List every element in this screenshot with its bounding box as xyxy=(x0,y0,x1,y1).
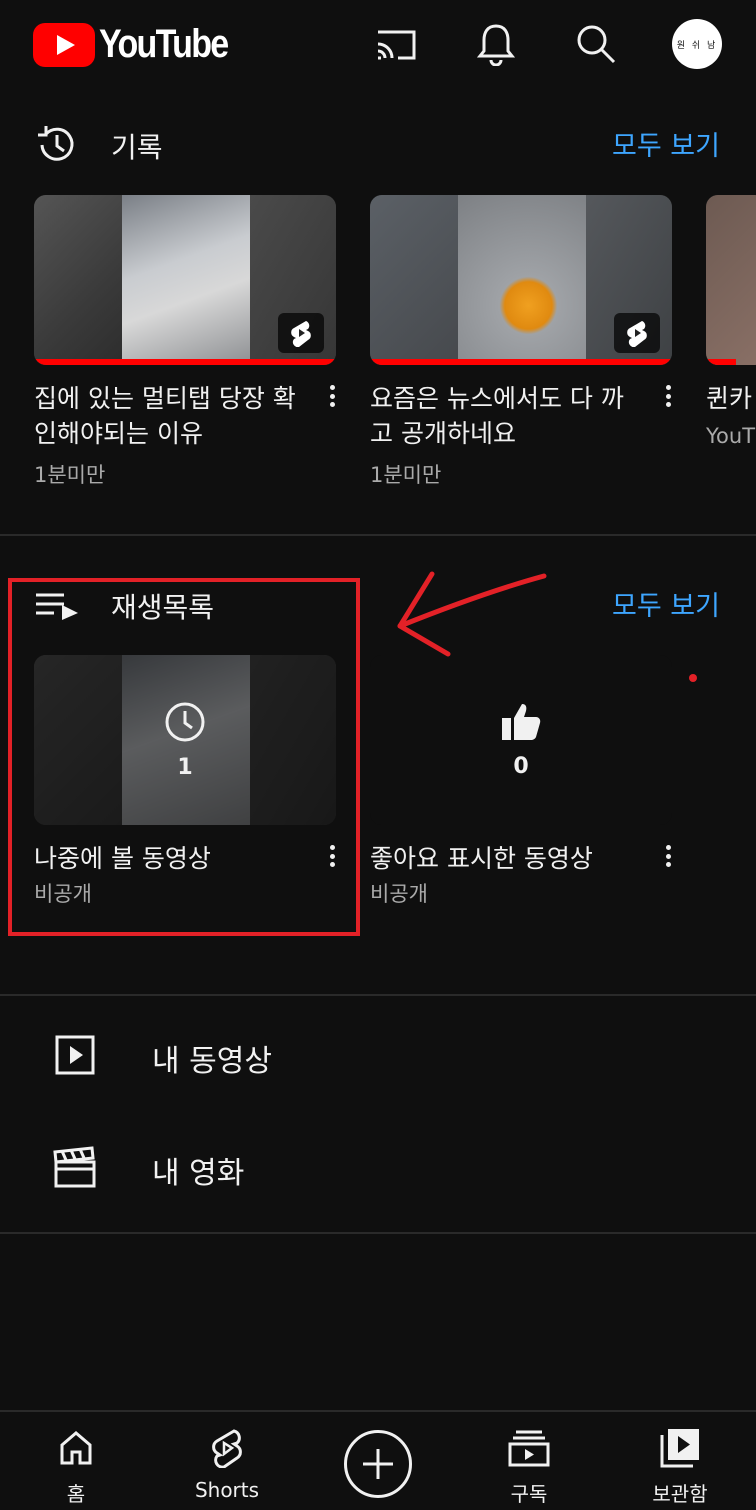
playlist-thumbnail[interactable]: 1 xyxy=(34,655,336,825)
nav-library[interactable]: 보관함 xyxy=(620,1412,740,1510)
search-icon[interactable] xyxy=(572,20,620,68)
nav-subscriptions-label: 구독 xyxy=(510,1482,548,1506)
logo-text: YouTube xyxy=(99,22,229,66)
history-video-card[interactable]: 집에 있는 멀티탭 당장 확인해야되는 이유 1분미만 xyxy=(34,195,338,489)
liked-videos-playlist-card[interactable]: 0 좋아요 표시한 동영상 비공개 xyxy=(370,655,674,908)
video-duration: 1분미만 xyxy=(34,463,106,487)
home-icon xyxy=(54,1426,98,1470)
section-divider xyxy=(0,1232,756,1234)
nav-home[interactable]: 홈 xyxy=(16,1412,136,1510)
top-app-bar: YouTube 원 쉬 남 xyxy=(0,0,756,92)
thumbs-up-icon xyxy=(502,703,541,740)
more-options-icon[interactable] xyxy=(322,841,342,871)
watch-later-playlist-card[interactable]: 1 나중에 볼 동영상 비공개 xyxy=(34,655,338,908)
playlists-section-header: 재생목록 모두 보기 xyxy=(0,574,756,634)
nav-subscriptions[interactable]: 구독 xyxy=(469,1412,589,1510)
cast-icon[interactable] xyxy=(372,20,420,68)
video-thumbnail[interactable] xyxy=(370,195,672,365)
playlists-title: 재생목록 xyxy=(111,591,215,624)
nav-shorts[interactable]: Shorts xyxy=(167,1412,287,1510)
video-title[interactable]: 퀸카 많았 xyxy=(706,381,756,416)
nav-home-label: 홈 xyxy=(66,1482,86,1506)
watch-progress-bar xyxy=(706,359,736,365)
shorts-icon xyxy=(205,1426,249,1470)
video-duration: 1분미만 xyxy=(370,463,442,487)
history-icon xyxy=(34,122,80,168)
nav-shorts-label: Shorts xyxy=(194,1478,260,1502)
movies-clapper-icon xyxy=(50,1144,100,1190)
clock-icon xyxy=(165,702,205,741)
watch-progress-bar xyxy=(34,359,336,365)
video-channel: YouT xyxy=(706,424,756,448)
subscriptions-icon xyxy=(507,1426,551,1470)
create-button[interactable] xyxy=(344,1430,412,1498)
section-divider xyxy=(0,994,756,996)
playlist-thumbnail[interactable]: 0 xyxy=(370,655,672,825)
history-see-all-link[interactable]: 모두 보기 xyxy=(612,124,720,163)
history-section-header: 기록 모두 보기 xyxy=(0,114,756,174)
history-video-card-partial[interactable]: 퀸카 많았 YouT xyxy=(706,195,756,448)
playlist-privacy: 비공개 xyxy=(370,882,428,906)
video-title[interactable]: 집에 있는 멀티탭 당장 확인해야되는 이유 xyxy=(34,381,304,451)
bottom-navigation: 홈 Shorts 구독 보관함 xyxy=(0,1410,756,1510)
history-title: 기록 xyxy=(111,131,163,164)
playlist-video-count: 1 xyxy=(177,754,193,780)
watch-progress-bar xyxy=(370,359,672,365)
notifications-icon[interactable] xyxy=(472,20,520,68)
more-options-icon[interactable] xyxy=(322,381,342,411)
library-icon xyxy=(658,1426,702,1470)
playlist-video-count: 0 xyxy=(513,753,529,779)
annotation-dot xyxy=(689,674,697,682)
playlist-title[interactable]: 나중에 볼 동영상 xyxy=(34,841,304,876)
my-videos-label: 내 동영상 xyxy=(152,1044,272,1079)
my-movies-row[interactable]: 내 영화 xyxy=(0,1116,756,1216)
shorts-badge-icon xyxy=(614,313,660,353)
playlist-icon xyxy=(34,582,80,628)
playlists-see-all-link[interactable]: 모두 보기 xyxy=(612,584,720,623)
video-thumbnail[interactable] xyxy=(706,195,756,365)
video-title[interactable]: 요즘은 뉴스에서도 다 까고 공개하네요 xyxy=(370,381,640,451)
playlist-title[interactable]: 좋아요 표시한 동영상 xyxy=(370,841,640,876)
my-movies-label: 내 영화 xyxy=(152,1156,245,1191)
my-videos-row[interactable]: 내 동영상 xyxy=(0,1004,756,1104)
shorts-badge-icon xyxy=(278,313,324,353)
more-options-icon[interactable] xyxy=(658,381,678,411)
youtube-logo[interactable]: YouTube xyxy=(33,22,250,67)
my-videos-icon xyxy=(50,1032,100,1078)
account-avatar[interactable]: 원 쉬 남 xyxy=(672,19,722,69)
plus-icon xyxy=(363,1449,393,1479)
section-divider xyxy=(0,534,756,536)
history-video-card[interactable]: 요즘은 뉴스에서도 다 까고 공개하네요 1분미만 xyxy=(370,195,674,489)
playlist-privacy: 비공개 xyxy=(34,882,92,906)
video-thumbnail[interactable] xyxy=(34,195,336,365)
more-options-icon[interactable] xyxy=(658,841,678,871)
youtube-play-logo-icon xyxy=(33,22,95,67)
nav-library-label: 보관함 xyxy=(652,1482,708,1506)
